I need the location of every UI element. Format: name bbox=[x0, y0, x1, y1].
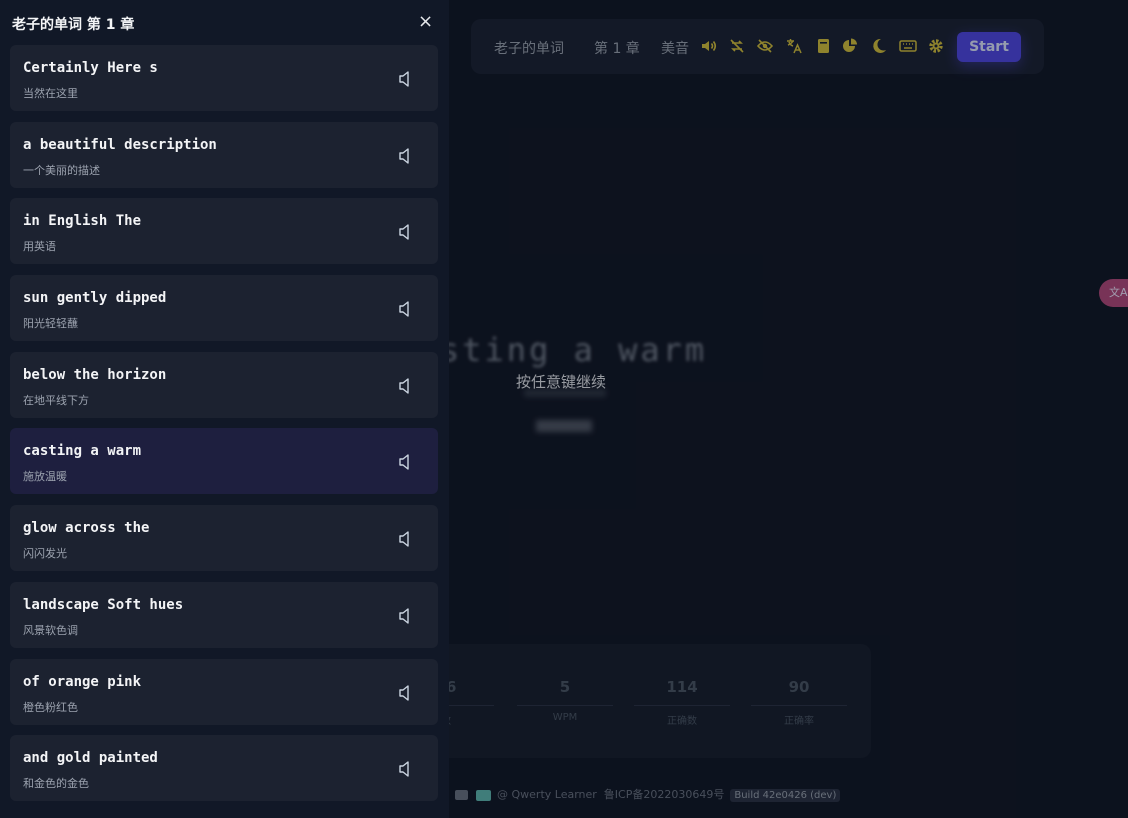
word-text: below the horizon bbox=[23, 366, 167, 383]
word-text: in English The bbox=[23, 213, 142, 230]
accent-selector[interactable]: 美音 bbox=[661, 38, 689, 58]
word-text: a beautiful description bbox=[23, 136, 217, 153]
volume-icon[interactable] bbox=[700, 37, 718, 55]
word-translation: 闪闪发光 bbox=[23, 547, 67, 561]
wechat-icon[interactable] bbox=[476, 789, 491, 801]
word-text: casting a warm bbox=[23, 443, 142, 460]
speaker-icon[interactable] bbox=[398, 760, 414, 777]
word-text: landscape Soft hues bbox=[23, 596, 184, 613]
stat-wpm: 5 WPM bbox=[517, 678, 613, 723]
continue-hint: 按任意键继续 bbox=[516, 373, 607, 391]
footer-credit[interactable]: @ Qwerty Learner bbox=[497, 788, 597, 801]
footer: @ Qwerty Learner 鲁ICP备2022030649号 Build 4… bbox=[455, 786, 841, 802]
drawer-title: 老子的单词 第 1 章 bbox=[12, 17, 135, 33]
stat-correct-count: 114 正确数 bbox=[634, 678, 730, 727]
loop-icon[interactable] bbox=[728, 37, 746, 55]
speaker-icon[interactable] bbox=[398, 530, 414, 547]
speaker-icon[interactable] bbox=[398, 453, 414, 471]
mail-icon[interactable] bbox=[455, 790, 468, 800]
translate-fab[interactable]: 文A bbox=[1099, 279, 1128, 307]
word-translation: 施放温暖 bbox=[23, 470, 67, 484]
dictionary-selector[interactable]: 老子的单词 bbox=[494, 38, 564, 58]
word-translation: 在地平线下方 bbox=[23, 393, 89, 407]
word-list: Certainly Here s 当然在这里 a beautiful descrip… bbox=[10, 45, 438, 812]
word-text: sun gently dipped bbox=[23, 290, 167, 307]
word-list-drawer: 老子的单词 第 1 章 × Certainly Here s 当然在这里 a bea… bbox=[0, 0, 449, 818]
stats-panel: 26数 5WPM 114正确数 90正确率 bbox=[398, 644, 871, 758]
word-text: and gold painted bbox=[23, 750, 158, 767]
speaker-icon[interactable] bbox=[398, 300, 414, 317]
footer-icp[interactable]: 鲁ICP备2022030649号 bbox=[604, 788, 725, 801]
word-list-item[interactable]: glow across the 闪闪发光 bbox=[10, 505, 438, 572]
word-translation: 风景软色调 bbox=[23, 623, 78, 637]
gear-icon[interactable] bbox=[927, 37, 945, 55]
word-list-item[interactable]: of orange pink 橙色粉红色 bbox=[10, 658, 438, 725]
eye-off-icon[interactable] bbox=[756, 37, 774, 55]
chart-icon[interactable] bbox=[841, 37, 859, 55]
stat-accuracy: 90 正确率 bbox=[751, 678, 847, 727]
word-translation: 和金色的金色 bbox=[23, 777, 89, 791]
current-word: sting a warm bbox=[440, 331, 708, 369]
build-badge: Build 42e0426 (dev) bbox=[730, 789, 841, 802]
speaker-icon[interactable] bbox=[398, 684, 414, 701]
word-list-item[interactable]: casting a warm 施放温暖 bbox=[10, 428, 438, 495]
word-list-item[interactable]: in English The 用英语 bbox=[10, 198, 438, 265]
word-text: glow across the bbox=[23, 520, 150, 537]
keyboard-icon[interactable] bbox=[899, 37, 917, 55]
speaker-icon[interactable] bbox=[398, 223, 414, 241]
book-icon[interactable] bbox=[814, 37, 832, 55]
word-translation: 阳光轻轻蘸 bbox=[23, 317, 78, 331]
word-list-item[interactable]: and gold painted 和金色的金色 bbox=[10, 735, 438, 802]
word-translation: 当然在这里 bbox=[23, 87, 78, 100]
chapter-selector[interactable]: 第 1 章 bbox=[594, 38, 640, 58]
word-text: of orange pink bbox=[23, 673, 142, 690]
word-translation-blurred bbox=[536, 420, 592, 432]
word-list-item[interactable]: a beautiful description 一个美丽的描述 bbox=[10, 121, 438, 188]
word-translation: 用英语 bbox=[23, 240, 56, 254]
speaker-icon[interactable] bbox=[398, 377, 414, 394]
word-list-item[interactable]: Certainly Here s 当然在这里 bbox=[10, 45, 438, 111]
word-text: Certainly Here s bbox=[23, 60, 158, 76]
speaker-icon[interactable] bbox=[398, 70, 414, 87]
word-translation: 橙色粉红色 bbox=[23, 700, 78, 714]
moon-icon[interactable] bbox=[870, 37, 888, 55]
close-icon[interactable]: × bbox=[418, 12, 433, 32]
word-list-item[interactable]: below the horizon 在地平线下方 bbox=[10, 351, 438, 418]
word-list-item[interactable]: landscape Soft hues 风景软色调 bbox=[10, 581, 438, 648]
word-translation: 一个美丽的描述 bbox=[23, 163, 100, 177]
translate-icon[interactable] bbox=[785, 37, 803, 55]
speaker-icon[interactable] bbox=[398, 607, 414, 624]
speaker-icon[interactable] bbox=[398, 147, 414, 164]
word-list-item[interactable]: sun gently dipped 阳光轻轻蘸 bbox=[10, 275, 438, 342]
start-button[interactable]: Start bbox=[957, 32, 1021, 62]
